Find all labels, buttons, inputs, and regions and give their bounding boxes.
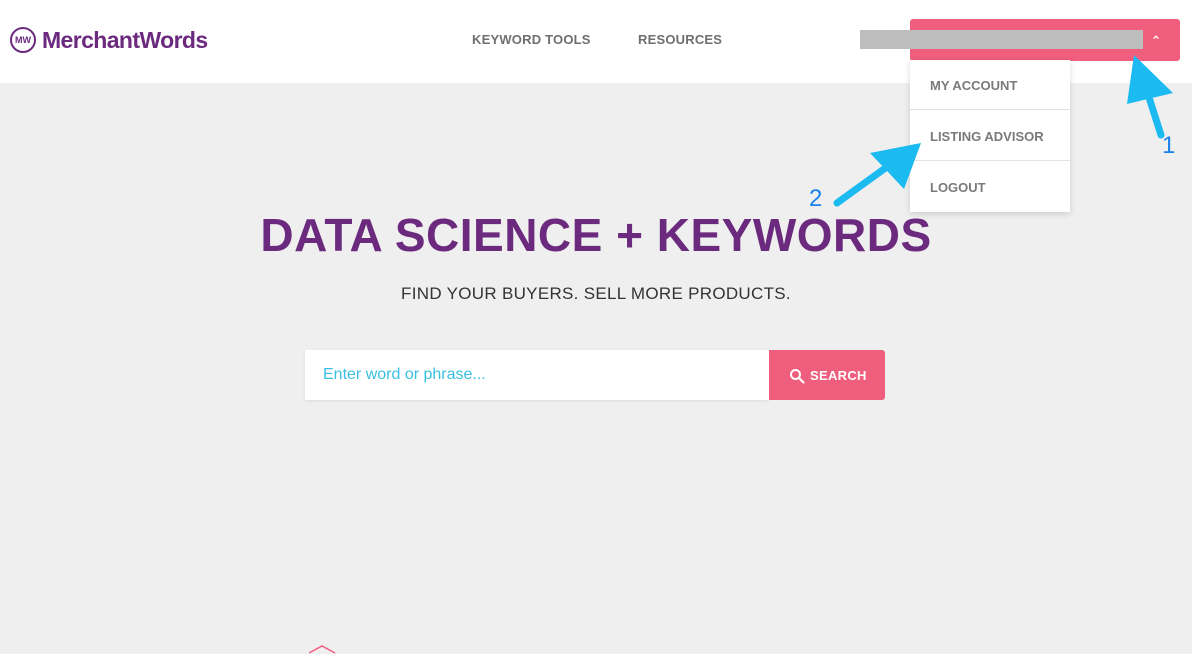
redacted-username: [860, 30, 1143, 49]
search-box: [305, 350, 769, 400]
menu-item-label: LOGOUT: [930, 180, 986, 195]
chevron-up-icon: [1153, 35, 1159, 40]
search-button-label: SEARCH: [810, 368, 867, 383]
account-dropdown-menu: MY ACCOUNT LISTING ADVISOR LOGOUT: [910, 60, 1070, 212]
menu-item-label: MY ACCOUNT: [930, 78, 1018, 93]
menu-item-my-account[interactable]: MY ACCOUNT: [910, 60, 1070, 110]
search-icon: [790, 369, 805, 384]
merchantwords-logo[interactable]: MW MerchantWords: [10, 24, 208, 56]
logo-mark-icon: MW: [10, 27, 36, 53]
menu-item-listing-advisor[interactable]: LISTING ADVISOR: [910, 111, 1070, 161]
annotation-label-2: 2: [809, 185, 823, 212]
annotation-label-1: 1: [1162, 132, 1176, 159]
menu-item-logout[interactable]: LOGOUT: [910, 162, 1070, 212]
search-input[interactable]: [305, 350, 769, 400]
logo-text: MerchantWords: [42, 26, 208, 53]
annotation-arrow-2: [833, 143, 921, 207]
nav-keyword-tools[interactable]: KEYWORD TOOLS: [472, 32, 591, 47]
menu-item-label: LISTING ADVISOR: [930, 129, 1044, 144]
hero-title: DATA SCIENCE + KEYWORDS: [260, 209, 932, 261]
nav-resources[interactable]: RESOURCES: [638, 32, 722, 47]
search-button[interactable]: SEARCH: [769, 350, 885, 400]
hero-subtitle: FIND YOUR BUYERS. SELL MORE PRODUCTS.: [401, 284, 791, 303]
